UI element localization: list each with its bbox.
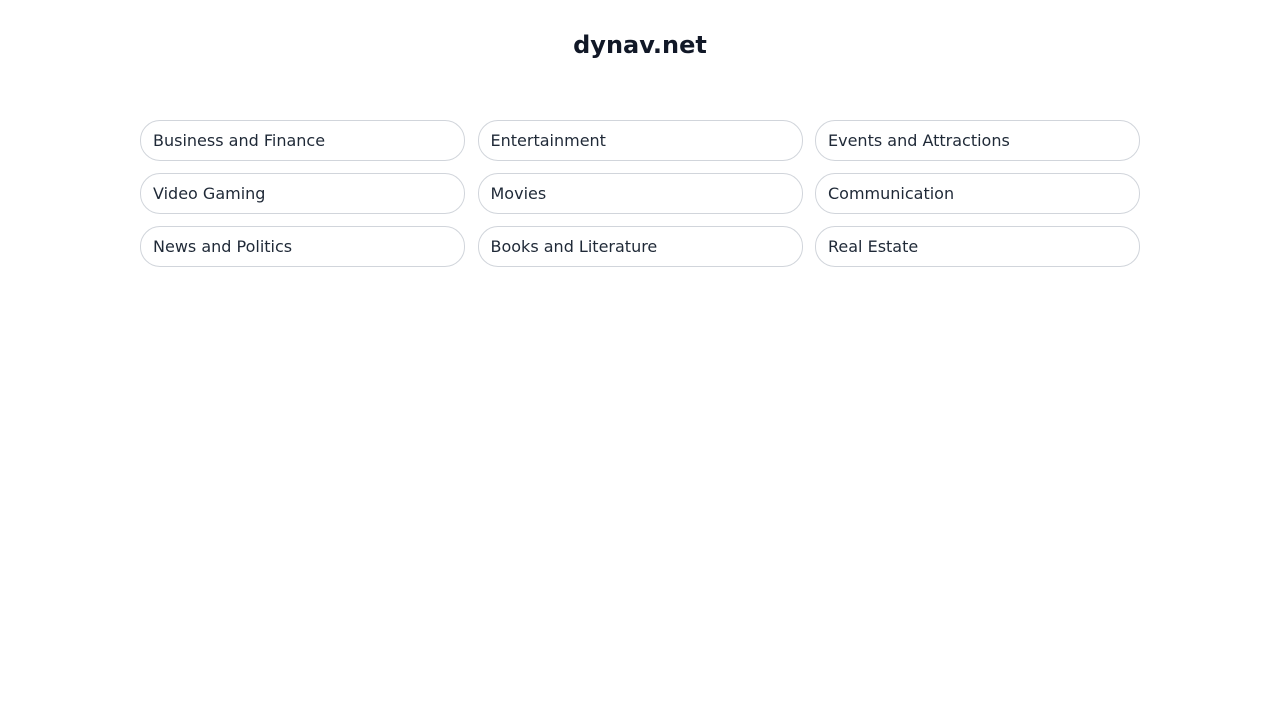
category-link-real-estate[interactable]: Real Estate — [815, 226, 1140, 267]
category-label: Communication — [828, 184, 955, 203]
site-title: dynav.net — [573, 31, 707, 59]
category-label: Movies — [490, 184, 547, 203]
category-label: Video Gaming — [153, 184, 266, 203]
category-label: Real Estate — [828, 237, 919, 256]
category-grid: Business and Finance Entertainment Event… — [140, 120, 1140, 267]
category-link-news-and-politics[interactable]: News and Politics — [140, 226, 465, 267]
category-link-events-and-attractions[interactable]: Events and Attractions — [815, 120, 1140, 161]
page: dynav.net Business and Finance Entertain… — [0, 0, 1280, 720]
category-link-communication[interactable]: Communication — [815, 173, 1140, 214]
category-link-movies[interactable]: Movies — [477, 173, 803, 214]
category-link-business-and-finance[interactable]: Business and Finance — [140, 120, 465, 161]
category-link-books-and-literature[interactable]: Books and Literature — [477, 226, 803, 267]
category-label: Business and Finance — [153, 131, 326, 150]
category-link-entertainment[interactable]: Entertainment — [477, 120, 803, 161]
category-label: Books and Literature — [490, 237, 658, 256]
category-label: News and Politics — [153, 237, 293, 256]
category-label: Entertainment — [490, 131, 606, 150]
category-label: Events and Attractions — [828, 131, 1010, 150]
category-link-video-gaming[interactable]: Video Gaming — [140, 173, 465, 214]
